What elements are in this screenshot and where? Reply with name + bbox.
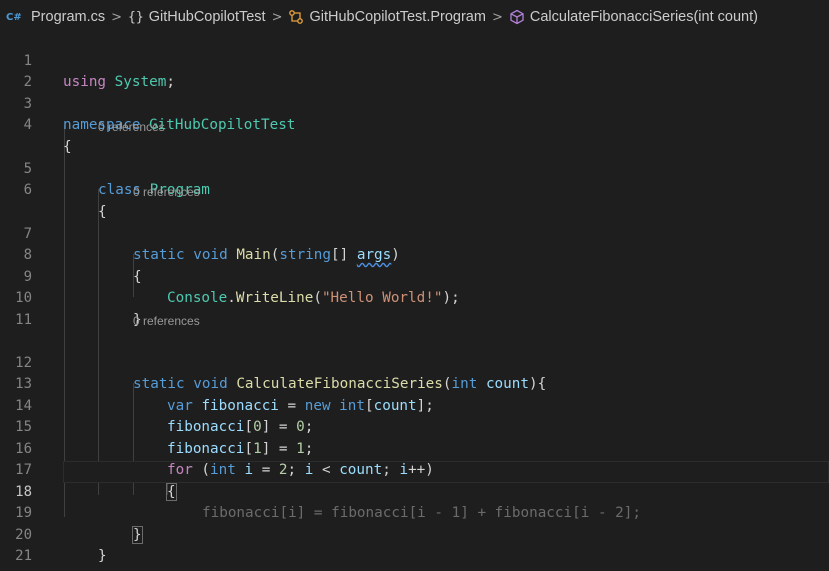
method-cube-icon [509, 9, 525, 25]
code-line: 15 fibonacci[1] = 1; [0, 396, 829, 457]
code-line: 4 { [0, 94, 829, 155]
code-line: 13 var fibonacci = new int[count]; [0, 353, 829, 414]
line-number: 11 [15, 311, 32, 328]
csharp-file-icon: C# [6, 11, 22, 23]
code-line: 12 static void CalculateFibonacciSeries(… [0, 331, 829, 393]
codelens-references[interactable]: 0 references [133, 182, 200, 203]
line-number: 4 [23, 117, 32, 133]
breadcrumb-class-label: GitHubCopilotTest.Program [309, 9, 486, 25]
code-line: 16 for (int i = 2; i < count; i++) [0, 417, 829, 479]
code-line: 14 fibonacci[0] = 0; [0, 374, 829, 436]
breadcrumb-class[interactable]: GitHubCopilotTest.Program [288, 9, 486, 25]
breadcrumb-method-label: CalculateFibonacciSeries(int count) [529, 9, 758, 25]
class-icon [288, 9, 304, 25]
code-line: 18 fibonacci[i] = fibonacci[i - 1] + fib… [0, 460, 829, 522]
code-line: 3 namespace GitHubCopilotTest [0, 72, 829, 134]
code-line: 9 Console.WriteLine("Hello World!"); [0, 245, 829, 307]
breadcrumb-file[interactable]: C# Program.cs [6, 9, 105, 25]
code-line: 21 } [0, 525, 829, 571]
breadcrumb-method[interactable]: CalculateFibonacciSeries(int count) [509, 9, 758, 25]
breadcrumb-file-label: Program.cs [31, 9, 106, 25]
line-number: 22 [0, 568, 32, 571]
code-line: 2 [0, 51, 829, 90]
chevron-right-icon: > [111, 9, 123, 25]
line-number: 6 [23, 182, 32, 198]
code-text[interactable]: } [63, 568, 72, 571]
breadcrumb-namespace[interactable]: {} GitHubCopilotTest [128, 9, 266, 25]
chevron-right-icon: > [271, 9, 283, 25]
code-line: 7 static void Main(string[] args) [0, 202, 829, 264]
codelens-references[interactable]: 0 references [133, 311, 200, 332]
code-line: 20 } [0, 503, 829, 565]
code-line: 17 { [0, 439, 829, 501]
chevron-right-icon: > [491, 9, 503, 25]
code-line: 6 { [0, 159, 829, 220]
code-line: 19 } [0, 482, 829, 544]
code-line: 22 [0, 546, 829, 571]
code-editor[interactable]: 1 using System; 2 3 namespace GitHubCopi… [0, 29, 829, 571]
codelens-references[interactable]: 0 references [98, 117, 165, 138]
code-line: 11 [0, 288, 829, 328]
code-line: 1 using System; [0, 29, 829, 91]
code-line: 5 class Program [0, 137, 829, 199]
code-line: 8 { [0, 224, 829, 285]
breadcrumb-namespace-label: GitHubCopilotTest [148, 9, 266, 25]
code-line: 10 } [0, 267, 829, 328]
namespace-icon: {} [128, 9, 144, 25]
